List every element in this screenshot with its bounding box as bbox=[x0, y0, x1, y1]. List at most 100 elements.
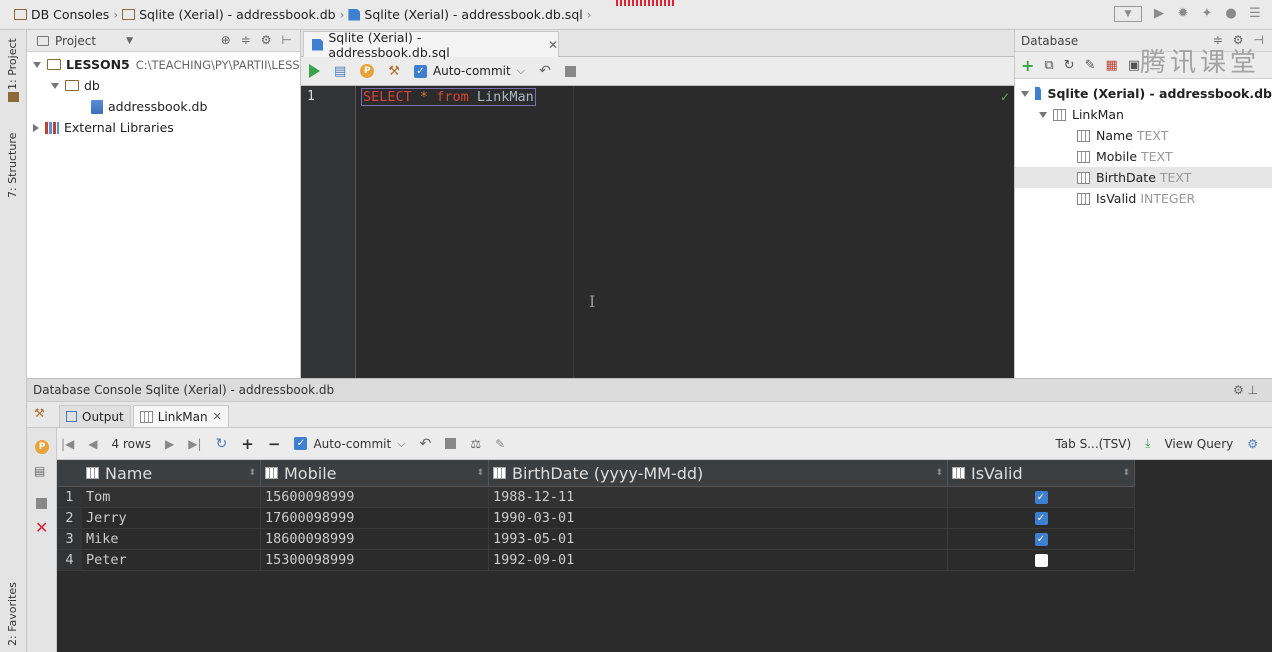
expand-icon[interactable] bbox=[1039, 111, 1047, 118]
gear-icon[interactable]: ⚙ ⊥ bbox=[1233, 383, 1258, 397]
close-icon[interactable]: ✕ bbox=[548, 38, 558, 52]
cell-isvalid[interactable]: ✓ bbox=[948, 529, 1135, 549]
column-header-birthdate[interactable]: BirthDate (yyyy-MM-dd) ⬍ bbox=[489, 460, 948, 486]
cell-isvalid[interactable]: ✓ bbox=[948, 487, 1135, 507]
settings-wrench-icon[interactable]: ⚒ bbox=[388, 64, 400, 79]
checkbox-checked-icon[interactable]: ✓ bbox=[1034, 511, 1048, 525]
copy-icon[interactable]: ⧉ bbox=[1044, 58, 1053, 73]
sql-statement[interactable]: SELECT * from LinkMan bbox=[361, 88, 536, 106]
tree-item-column-isvalid[interactable]: IsValid INTEGER bbox=[1015, 188, 1272, 209]
tree-item-column-name[interactable]: Name TEXT bbox=[1015, 125, 1272, 146]
tab-linkman[interactable]: LinkMan ✕ bbox=[132, 405, 229, 427]
breadcrumb-item-datasource[interactable]: Sqlite (Xerial) - addressbook.db bbox=[122, 7, 336, 22]
project-panel-title[interactable]: Project bbox=[55, 34, 96, 48]
edit-icon[interactable]: ✎ bbox=[1085, 58, 1096, 73]
stop-icon[interactable] bbox=[564, 65, 576, 77]
cell-birthdate[interactable]: 1988-12-11 bbox=[489, 487, 948, 507]
gear-icon[interactable]: ⚙ bbox=[261, 33, 272, 47]
sort-icon[interactable]: ⬍ bbox=[935, 468, 943, 478]
run-icon[interactable]: ▶ bbox=[1152, 7, 1166, 21]
delete-row-icon[interactable]: − bbox=[268, 435, 281, 453]
collapse-icon[interactable]: ≑ bbox=[241, 33, 251, 47]
tree-item-column-birthdate[interactable]: BirthDate TEXT bbox=[1015, 167, 1272, 188]
column-header-isvalid[interactable]: IsValid ⬍ bbox=[948, 460, 1135, 486]
profile-icon[interactable]: ● bbox=[1224, 7, 1238, 21]
cell-birthdate[interactable]: 1993-05-01 bbox=[489, 529, 948, 549]
chevron-down-icon[interactable]: ▼ bbox=[126, 36, 133, 46]
layout-icon[interactable]: ▤ bbox=[34, 464, 45, 478]
prev-page-icon[interactable]: ◀ bbox=[88, 437, 97, 451]
breadcrumb-item-db-consoles[interactable]: DB Consoles bbox=[14, 7, 109, 22]
cell-mobile[interactable]: 15300098999 bbox=[261, 550, 489, 570]
tab-output[interactable]: Output bbox=[59, 405, 131, 427]
structure-tool-tab[interactable]: 7: Structure bbox=[6, 133, 19, 198]
cell-birthdate[interactable]: 1990-03-01 bbox=[489, 508, 948, 528]
rollback-icon[interactable]: ↶ bbox=[539, 63, 551, 79]
console-icon[interactable]: ▣ bbox=[1128, 58, 1140, 73]
auto-commit-toggle[interactable]: ✓ Auto-commit ⌵ bbox=[294, 437, 406, 451]
explain-plan-icon[interactable]: ▤ bbox=[334, 64, 346, 79]
gear-icon[interactable]: ⚙ bbox=[1247, 437, 1258, 451]
column-header-name[interactable]: Name ⬍ bbox=[82, 460, 261, 486]
close-icon[interactable]: ✕ bbox=[35, 518, 48, 537]
cell-isvalid[interactable]: ✓ bbox=[948, 508, 1135, 528]
expand-icon[interactable] bbox=[51, 82, 59, 89]
sort-icon[interactable]: ⬍ bbox=[248, 468, 256, 478]
column-header-mobile[interactable]: Mobile ⬍ bbox=[261, 460, 489, 486]
checkbox-checked-icon[interactable]: ✓ bbox=[413, 64, 427, 78]
project-tool-tab[interactable]: 1: Project bbox=[6, 38, 19, 90]
auto-commit-toggle[interactable]: ✓ Auto-commit ⌵ bbox=[413, 64, 525, 78]
checkbox-checked-icon[interactable]: ✓ bbox=[1034, 532, 1048, 546]
favorites-tool-tab[interactable]: 2: Favorites bbox=[6, 582, 19, 646]
checkbox-checked-icon[interactable]: ✓ bbox=[1034, 490, 1048, 504]
database-panel-title[interactable]: Database bbox=[1021, 34, 1078, 48]
parameters-icon[interactable]: P bbox=[360, 64, 375, 78]
settings-wrench-icon[interactable]: ⚒ bbox=[34, 406, 45, 420]
cell-name[interactable]: Mike bbox=[82, 529, 261, 549]
checkbox-unchecked-icon[interactable] bbox=[1034, 553, 1048, 567]
export-format-dropdown[interactable]: Tab S...(TSV) bbox=[1055, 437, 1131, 451]
cell-name[interactable]: Peter bbox=[82, 550, 261, 570]
more-icon[interactable]: ☰ bbox=[1248, 7, 1262, 21]
tree-item-addressbook-db[interactable]: addressbook.db bbox=[27, 96, 300, 117]
sort-icon[interactable]: ⬍ bbox=[1122, 468, 1130, 478]
cell-name[interactable]: Tom bbox=[82, 487, 261, 507]
cell-mobile[interactable]: 15600098999 bbox=[261, 487, 489, 507]
add-icon[interactable]: + bbox=[1021, 56, 1034, 75]
close-icon[interactable]: ✕ bbox=[213, 410, 222, 423]
export-icon[interactable]: ⤓ bbox=[1145, 436, 1150, 451]
table-view-icon[interactable]: ▦ bbox=[1106, 58, 1118, 73]
cell-name[interactable]: Jerry bbox=[82, 508, 261, 528]
stop-icon[interactable] bbox=[36, 498, 47, 509]
sort-icon[interactable]: ⬍ bbox=[476, 468, 484, 478]
execute-icon[interactable] bbox=[309, 64, 320, 78]
last-page-icon[interactable]: ▶| bbox=[188, 437, 201, 451]
compare-icon[interactable]: ⚖ bbox=[470, 437, 481, 451]
collapse-arrow-icon[interactable] bbox=[33, 123, 39, 132]
tree-item-linkman-table[interactable]: LinkMan bbox=[1015, 104, 1272, 125]
checkbox-checked-icon[interactable]: ✓ bbox=[294, 437, 308, 450]
expand-icon[interactable] bbox=[1021, 90, 1029, 97]
cell-isvalid[interactable] bbox=[948, 550, 1135, 570]
editor-tab-sql-file[interactable]: Sqlite (Xerial) - addressbook.db.sql ✕ bbox=[303, 30, 559, 60]
cell-mobile[interactable]: 17600098999 bbox=[261, 508, 489, 528]
chevron-down-icon[interactable]: ⌵ bbox=[517, 64, 525, 78]
view-query-button[interactable]: View Query bbox=[1164, 437, 1233, 451]
stop-icon[interactable] bbox=[445, 438, 457, 449]
next-page-icon[interactable]: ▶ bbox=[165, 437, 174, 451]
tree-item-lesson5[interactable]: LESSON5 C:\TEACHING\PY\PARTII\LESS bbox=[27, 54, 300, 75]
parameters-icon[interactable]: P bbox=[35, 440, 49, 454]
cell-mobile[interactable]: 18600098999 bbox=[261, 529, 489, 549]
reload-icon[interactable]: ↻ bbox=[216, 436, 228, 452]
table-row[interactable]: 4 Peter 15300098999 1992-09-01 bbox=[57, 550, 1135, 571]
tree-item-column-mobile[interactable]: Mobile TEXT bbox=[1015, 146, 1272, 167]
breadcrumb-item-sql-file[interactable]: Sqlite (Xerial) - addressbook.db.sql bbox=[348, 7, 583, 22]
table-row[interactable]: 1 Tom 15600098999 1988-12-11 ✓ bbox=[57, 487, 1135, 508]
run-config-dropdown[interactable]: ▼ bbox=[1114, 6, 1142, 22]
coverage-icon[interactable]: ✦ bbox=[1200, 7, 1214, 21]
hide-icon[interactable]: ⊢ bbox=[282, 33, 292, 47]
chevron-down-icon[interactable]: ⌵ bbox=[397, 437, 405, 451]
refresh-icon[interactable]: ↻ bbox=[1064, 58, 1075, 73]
first-page-icon[interactable]: |◀ bbox=[61, 437, 74, 451]
table-row[interactable]: 2 Jerry 17600098999 1990-03-01 ✓ bbox=[57, 508, 1135, 529]
